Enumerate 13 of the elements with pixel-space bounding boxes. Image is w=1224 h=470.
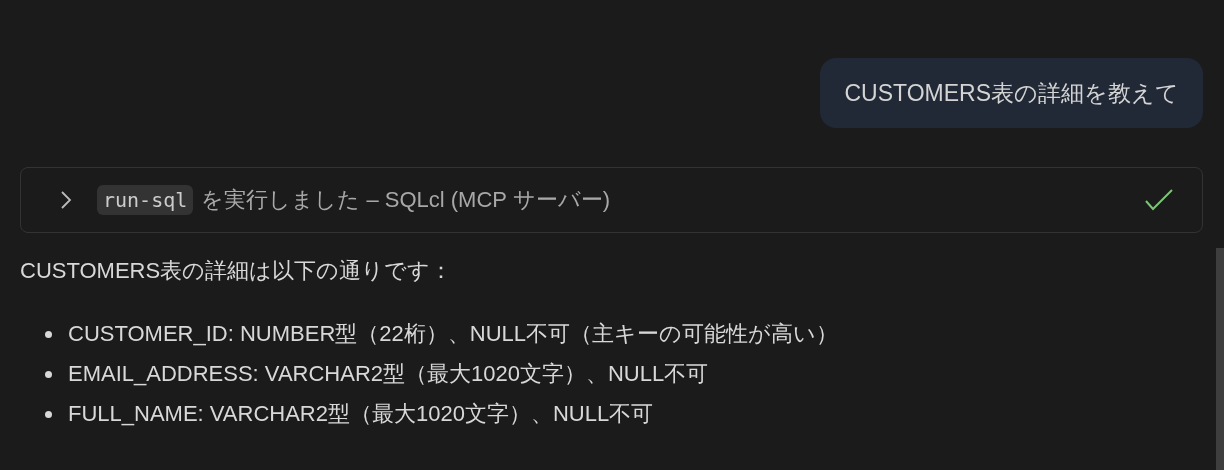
list-item: CUSTOMER_ID: NUMBER型（22桁）、NULL不可（主キーの可能性が高い） [68, 320, 838, 348]
list-item: EMAIL_ADDRESS: VARCHAR2型（最大1020文字）、NULL不可 [68, 360, 709, 388]
scrollbar[interactable] [1216, 248, 1224, 470]
bullet-icon [45, 330, 52, 338]
bullet-icon [45, 410, 52, 418]
user-message: CUSTOMERS表の詳細を教えて [820, 58, 1203, 128]
tool-name: run-sql [97, 185, 194, 215]
chevron-right-icon[interactable] [59, 190, 73, 210]
response-text: CUSTOMERS表の詳細は以下の通りです： [20, 257, 454, 285]
tool-call-panel[interactable]: run-sql を実行しました – SQLcl (MCP サーバー) [20, 167, 1203, 233]
tool-call-label: を実行しました – SQLcl (MCP サーバー) [201, 186, 611, 214]
bullet-icon [45, 370, 52, 378]
list-item: FULL_NAME: VARCHAR2型（最大1020文字）、NULL不可 [68, 400, 654, 428]
